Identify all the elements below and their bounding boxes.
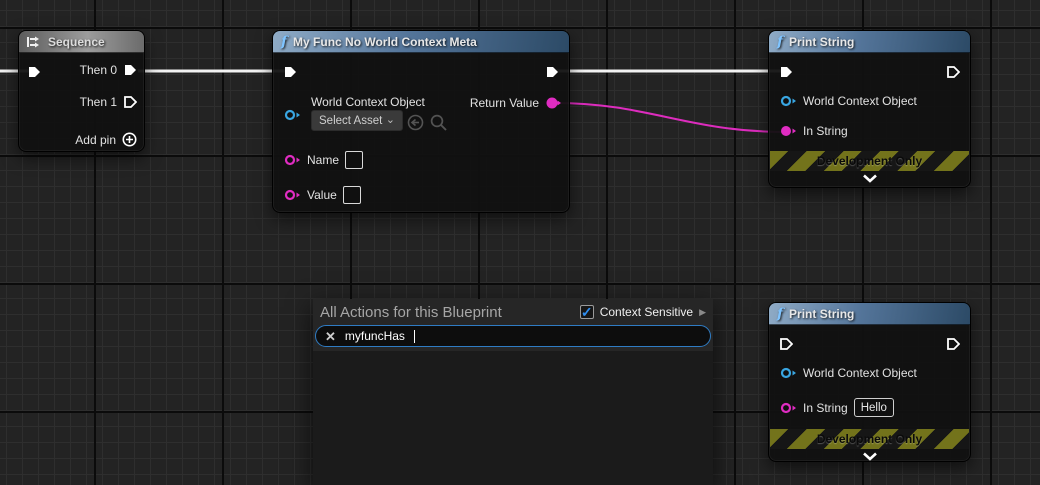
check-icon: ✓ xyxy=(581,305,593,319)
in-string-label: In String xyxy=(803,124,848,138)
then0-exec-out-pin[interactable] xyxy=(123,63,137,77)
exec-out-pin[interactable] xyxy=(545,65,559,79)
select-asset-label: Select Asset xyxy=(319,115,382,127)
sequence-node-header[interactable]: Sequence xyxy=(19,31,144,53)
context-sensitive-label: Context Sensitive xyxy=(600,305,693,319)
expand-chevron-icon[interactable] xyxy=(862,174,878,183)
in-string-label: In String xyxy=(803,401,848,415)
expand-chevron-icon[interactable] xyxy=(862,452,878,461)
return-value-pin[interactable] xyxy=(545,96,561,110)
in-string-input[interactable]: Hello xyxy=(854,398,894,417)
exec-out-pin[interactable] xyxy=(946,337,960,351)
development-only-banner: Development Only xyxy=(770,429,969,449)
development-only-label: Development Only xyxy=(817,432,922,446)
add-pin-label: Add pin xyxy=(75,133,116,147)
then1-label: Then 1 xyxy=(80,95,117,109)
function-icon: f xyxy=(777,307,783,321)
node-print-string-bottom[interactable]: f Print String World Context Object xyxy=(768,302,971,462)
node-title: Print String xyxy=(789,307,854,321)
world-context-object-pin[interactable] xyxy=(284,109,301,121)
world-context-object-label: World Context Object xyxy=(803,366,917,380)
then0-label: Then 0 xyxy=(80,63,117,77)
action-menu-title: All Actions for this Blueprint xyxy=(320,304,574,321)
action-menu-header: All Actions for this Blueprint ✓ Context… xyxy=(313,299,713,325)
world-context-object-pin[interactable] xyxy=(780,367,797,379)
in-string-pin[interactable] xyxy=(780,125,797,137)
add-pin-icon[interactable] xyxy=(122,132,137,147)
blueprint-action-menu[interactable]: All Actions for this Blueprint ✓ Context… xyxy=(313,299,713,485)
name-label: Name xyxy=(307,153,339,167)
dropdown-chevron-icon: ⌄ xyxy=(386,118,395,122)
context-sensitive-checkbox[interactable]: ✓ xyxy=(580,305,594,319)
development-only-label: Development Only xyxy=(817,154,922,168)
graph-canvas[interactable]: Sequence Then 0 Then 1 Add pin xyxy=(0,0,1040,485)
node-my-func[interactable]: f My Func No World Context Meta World Co… xyxy=(272,30,570,213)
data-wire-returnvalue-to-instring[interactable] xyxy=(555,103,786,132)
print-string-node-header[interactable]: f Print String xyxy=(769,303,970,325)
node-title: My Func No World Context Meta xyxy=(293,35,477,49)
value-pin[interactable] xyxy=(284,189,301,201)
select-asset-dropdown[interactable]: Select Asset ⌄ xyxy=(311,110,403,131)
function-icon: f xyxy=(777,35,783,49)
action-results-list xyxy=(313,351,713,485)
text-cursor xyxy=(414,330,416,343)
node-title: Sequence xyxy=(48,35,105,49)
browse-asset-icon[interactable] xyxy=(430,114,447,131)
action-search-input[interactable]: ✕ myfuncHas xyxy=(315,325,711,347)
sequence-icon xyxy=(27,36,42,48)
world-context-object-label: World Context Object xyxy=(311,95,425,109)
name-input[interactable] xyxy=(345,151,363,169)
world-context-object-pin[interactable] xyxy=(780,95,797,107)
exec-in-pin[interactable] xyxy=(283,65,297,79)
my-func-node-header[interactable]: f My Func No World Context Meta xyxy=(273,31,569,53)
menu-expand-arrow-icon[interactable]: ▶ xyxy=(699,307,706,318)
return-value-label: Return Value xyxy=(470,96,539,110)
node-print-string-top[interactable]: f Print String World Context Object xyxy=(768,30,971,188)
development-only-banner: Development Only xyxy=(770,151,969,171)
node-sequence[interactable]: Sequence Then 0 Then 1 Add pin xyxy=(18,30,145,152)
in-string-pin[interactable] xyxy=(780,402,797,414)
name-pin[interactable] xyxy=(284,154,301,166)
exec-in-pin[interactable] xyxy=(779,65,793,79)
exec-in-pin[interactable] xyxy=(27,65,41,79)
clear-search-icon[interactable]: ✕ xyxy=(325,330,336,343)
use-selected-asset-icon[interactable] xyxy=(407,114,424,131)
node-title: Print String xyxy=(789,35,854,49)
world-context-object-label: World Context Object xyxy=(803,94,917,108)
print-string-node-header[interactable]: f Print String xyxy=(769,31,970,53)
search-query-text: myfuncHas xyxy=(345,329,405,343)
then1-exec-out-pin[interactable] xyxy=(123,95,137,109)
exec-in-pin[interactable] xyxy=(779,337,793,351)
value-label: Value xyxy=(307,188,337,202)
function-icon: f xyxy=(281,35,287,49)
exec-out-pin[interactable] xyxy=(946,65,960,79)
value-input[interactable] xyxy=(343,186,361,204)
